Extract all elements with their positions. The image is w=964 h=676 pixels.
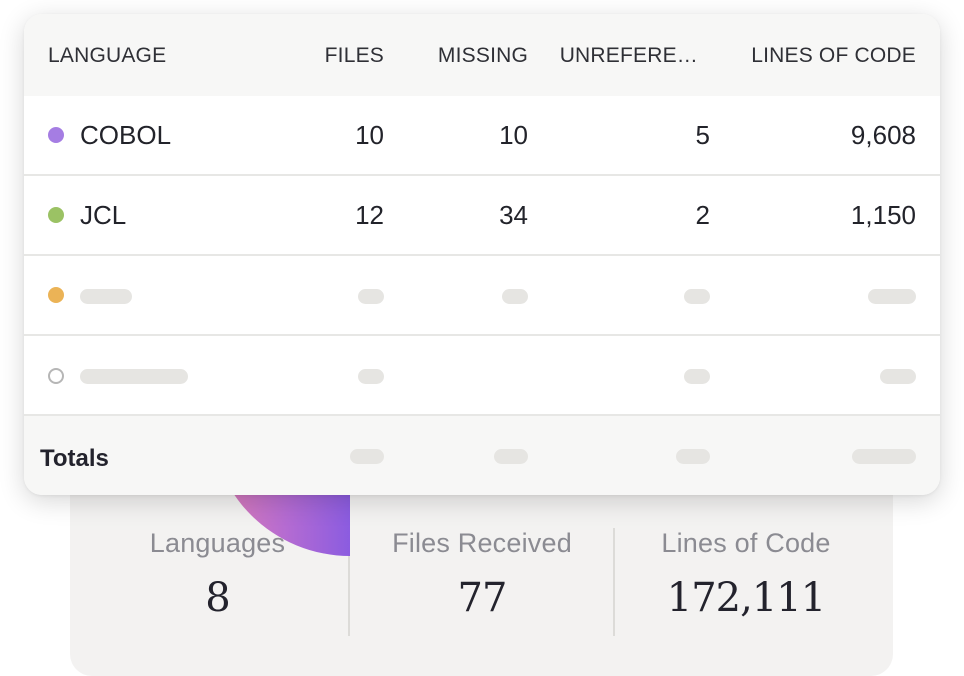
stat-lines-of-code-value: 172,111 bbox=[666, 575, 826, 621]
language-color-dot bbox=[48, 127, 64, 143]
unreferenced-count: 5 bbox=[695, 120, 710, 150]
lines-of-code-count: 1,150 bbox=[850, 200, 916, 230]
stat-languages: Languages 8 bbox=[115, 528, 320, 636]
stat-files-received-label: Files Received bbox=[392, 528, 572, 558]
files-count: 10 bbox=[355, 120, 384, 150]
skeleton-language bbox=[80, 289, 132, 304]
skeleton-unreferenced bbox=[684, 289, 710, 304]
stats-panel: Languages 8 Files Received 77 Lines of C… bbox=[70, 470, 893, 676]
header-language[interactable]: LANGUAGE bbox=[48, 44, 166, 68]
header-files[interactable]: FILES bbox=[325, 44, 384, 68]
language-color-dot bbox=[48, 207, 64, 223]
skeleton-total-unreferenced bbox=[676, 449, 710, 464]
missing-count: 10 bbox=[499, 120, 528, 150]
language-color-dot bbox=[48, 287, 64, 303]
table-header: LANGUAGE FILES MISSING UNREFERE… LINES O… bbox=[24, 14, 940, 98]
table-row[interactable]: JCL 12 34 2 1,150 bbox=[24, 176, 940, 256]
skeleton-lines-of-code bbox=[868, 289, 916, 304]
totals-label: Totals bbox=[40, 445, 109, 472]
skeleton-files bbox=[358, 369, 384, 384]
table-row-placeholder bbox=[24, 336, 940, 416]
stat-lines-of-code-label: Lines of Code bbox=[661, 528, 831, 558]
missing-count: 34 bbox=[499, 200, 528, 230]
language-name: JCL bbox=[80, 200, 127, 230]
languages-table-card: LANGUAGE FILES MISSING UNREFERE… LINES O… bbox=[24, 14, 940, 495]
stat-lines-of-code: Lines of Code 172,111 bbox=[615, 528, 877, 636]
skeleton-total-lines-of-code bbox=[852, 449, 916, 464]
lines-of-code-count: 9,608 bbox=[850, 120, 916, 150]
skeleton-lines-of-code bbox=[880, 369, 916, 384]
table-totals-row: Totals bbox=[24, 416, 940, 495]
header-unreferenced[interactable]: UNREFERE… bbox=[560, 44, 698, 68]
skeleton-files bbox=[358, 289, 384, 304]
header-missing[interactable]: MISSING bbox=[438, 44, 528, 68]
unreferenced-count: 2 bbox=[695, 200, 710, 230]
table-row-placeholder bbox=[24, 256, 940, 336]
skeleton-total-missing bbox=[494, 449, 528, 464]
stage: Languages 8 Files Received 77 Lines of C… bbox=[0, 0, 964, 676]
skeleton-language bbox=[80, 369, 188, 384]
files-count: 12 bbox=[355, 200, 384, 230]
table-row[interactable]: COBOL 10 10 5 9,608 bbox=[24, 96, 940, 176]
stat-files-received: Files Received 77 bbox=[350, 528, 614, 636]
skeleton-unreferenced bbox=[684, 369, 710, 384]
language-color-dot bbox=[48, 368, 64, 384]
skeleton-missing bbox=[502, 289, 528, 304]
language-name: COBOL bbox=[80, 120, 172, 150]
stat-files-received-value: 77 bbox=[457, 575, 508, 621]
header-lines-of-code[interactable]: LINES OF CODE bbox=[751, 44, 916, 68]
stat-languages-value: 8 bbox=[205, 575, 230, 621]
skeleton-total-files bbox=[350, 449, 384, 464]
